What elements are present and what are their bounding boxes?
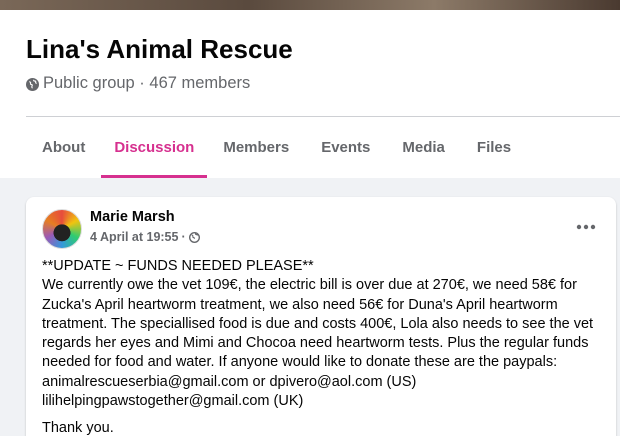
globe-icon (26, 77, 39, 91)
globe-icon (188, 231, 200, 243)
group-header: Lina's Animal Rescue Public group · 467 … (0, 10, 620, 178)
cover-photo-strip (0, 0, 620, 10)
group-meta-text: Public group · 467 members (43, 74, 251, 92)
tab-events[interactable]: Events (305, 117, 386, 178)
post-timestamp[interactable]: 4 April at 19:55 (90, 230, 178, 244)
group-title[interactable]: Lina's Animal Rescue (26, 34, 293, 65)
more-options-icon[interactable] (574, 215, 598, 239)
post-closing: Thank you. (42, 420, 114, 436)
group-meta: Public group · 467 members (26, 74, 250, 93)
feed-post: Marie Marsh 4 April at 19:55 · **UPDATE … (26, 197, 616, 436)
post-author[interactable]: Marie Marsh (90, 209, 175, 225)
tab-discussion[interactable]: Discussion (101, 117, 208, 178)
timestamp-separator: · (181, 230, 186, 244)
post-timestamp-row: 4 April at 19:55 · (90, 230, 200, 244)
post-text: **UPDATE ~ FUNDS NEEDED PLEASE** We curr… (42, 258, 594, 410)
post-body: **UPDATE ~ FUNDS NEEDED PLEASE** We curr… (42, 257, 602, 436)
tab-media[interactable]: Media (386, 117, 461, 178)
tab-members[interactable]: Members (207, 117, 305, 178)
avatar[interactable] (42, 209, 82, 249)
tab-files[interactable]: Files (461, 117, 527, 178)
group-tabs: About Discussion Members Events Media Fi… (26, 117, 527, 178)
tab-about[interactable]: About (26, 117, 101, 178)
